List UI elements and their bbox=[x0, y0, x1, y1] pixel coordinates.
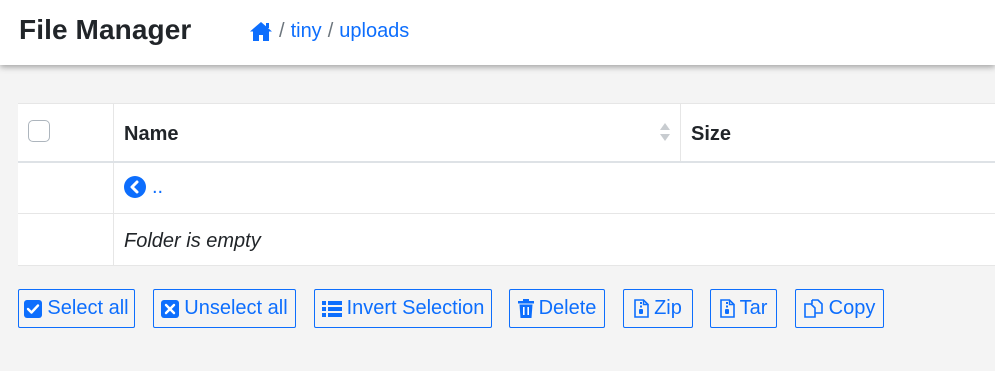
file-archive-icon bbox=[719, 299, 735, 318]
delete-button[interactable]: Delete bbox=[509, 289, 605, 328]
empty-folder-message: Folder is empty bbox=[124, 230, 261, 252]
select-all-checkbox[interactable] bbox=[28, 120, 50, 142]
top-navbar: File Manager / tiny / uploads bbox=[0, 0, 995, 65]
table-row-empty: Folder is empty bbox=[18, 214, 995, 266]
breadcrumb-item-uploads[interactable]: uploads bbox=[339, 20, 409, 43]
breadcrumb: / tiny / uploads bbox=[249, 20, 409, 43]
unselect-all-button[interactable]: Unselect all bbox=[153, 289, 296, 328]
zip-label: Zip bbox=[654, 297, 682, 319]
file-table: Name Size .. Folder is empty bbox=[18, 103, 995, 266]
breadcrumb-separator: / bbox=[327, 20, 334, 42]
copy-label: Copy bbox=[828, 297, 876, 319]
invert-selection-button[interactable]: Invert Selection bbox=[314, 289, 492, 328]
delete-label: Delete bbox=[538, 297, 597, 319]
chevron-left-circle-icon bbox=[124, 176, 146, 203]
list-icon bbox=[321, 300, 342, 318]
unselect-all-label: Unselect all bbox=[184, 297, 288, 319]
breadcrumb-separator: / bbox=[279, 20, 285, 42]
app-title[interactable]: File Manager bbox=[19, 14, 191, 46]
check-square-icon bbox=[24, 299, 43, 318]
file-archive-icon bbox=[634, 299, 649, 318]
parent-folder-label: .. bbox=[152, 176, 164, 198]
copy-button[interactable]: Copy bbox=[795, 289, 884, 328]
tar-button[interactable]: Tar bbox=[710, 289, 777, 328]
zip-button[interactable]: Zip bbox=[623, 289, 693, 328]
parent-folder-link[interactable]: .. bbox=[124, 176, 163, 203]
tar-label: Tar bbox=[739, 297, 768, 319]
invert-selection-label: Invert Selection bbox=[346, 297, 485, 319]
copy-icon bbox=[803, 299, 824, 318]
select-all-label: Select all bbox=[47, 297, 129, 319]
sort-icon[interactable] bbox=[659, 122, 671, 142]
table-header-row: Name Size bbox=[18, 104, 995, 163]
home-icon[interactable] bbox=[249, 21, 273, 43]
table-row-parent: .. bbox=[18, 163, 995, 214]
trash-icon bbox=[517, 299, 534, 318]
select-all-button[interactable]: Select all bbox=[18, 289, 135, 328]
column-header-name[interactable]: Name bbox=[124, 123, 178, 146]
x-square-icon bbox=[161, 299, 180, 318]
column-header-size[interactable]: Size bbox=[691, 123, 731, 146]
breadcrumb-item-tiny[interactable]: tiny bbox=[291, 20, 322, 43]
